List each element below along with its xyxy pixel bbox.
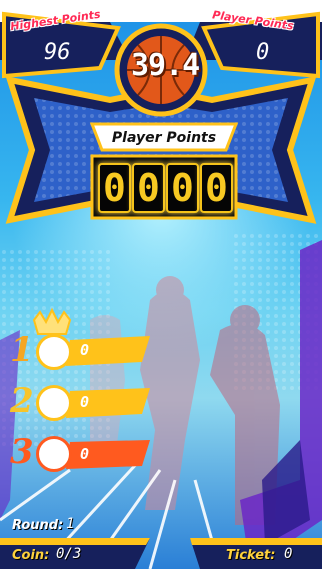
rank-3-avatar [36, 436, 72, 472]
round-label: Round: [12, 518, 64, 533]
background-art [0, 0, 322, 569]
rank-3-number: 3 [10, 432, 34, 472]
score-digit-1: 0 [98, 163, 131, 213]
rank-3-score: 0 [80, 445, 90, 463]
coin-label: Coin: [12, 548, 50, 563]
rank-1-score: 0 [80, 341, 90, 359]
score-digit-3: 0 [166, 163, 199, 213]
crown-icon [34, 310, 70, 334]
round-value: 1 [66, 516, 75, 532]
highest-points-value: 96 [44, 40, 71, 65]
ticket-value: 0 [284, 546, 293, 562]
ticket-label: Ticket: [226, 548, 276, 563]
rank-2-score: 0 [80, 393, 90, 411]
rank-2-avatar [36, 385, 72, 421]
scoreboard-label: Player Points [111, 130, 217, 146]
countdown-timer: 39.4 [131, 48, 200, 83]
player-points-top-value: 0 [256, 40, 270, 65]
coin-value: 0/3 [56, 546, 82, 562]
game-screen: Highest Points 96 Player Points 0 39.4 P… [0, 0, 322, 569]
score-digit-2: 0 [132, 163, 165, 213]
score-digit-4: 0 [200, 163, 233, 213]
rank-2-number: 2 [10, 381, 34, 421]
rank-1-number: 1 [10, 330, 34, 370]
rank-1-avatar [36, 334, 72, 370]
